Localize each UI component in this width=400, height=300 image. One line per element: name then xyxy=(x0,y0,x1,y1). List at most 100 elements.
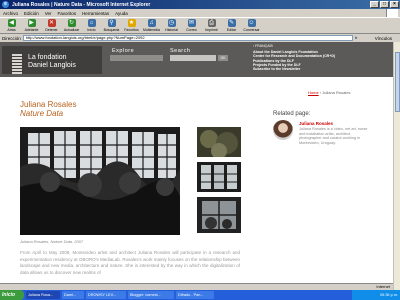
breadcrumb-current: › Juliana Rosales xyxy=(318,90,351,95)
search-label: Search xyxy=(170,48,191,54)
print-icon: ⎙ xyxy=(207,19,216,27)
thumbnail-1[interactable] xyxy=(197,127,241,159)
toolbar-button-edit[interactable]: ✎ Editar xyxy=(222,19,241,32)
window-titlebar[interactable]: e Juliana Rosales | Nature Data - Micros… xyxy=(0,0,400,9)
search-icon: ⚲ xyxy=(107,19,116,27)
status-bar: Internet xyxy=(0,283,393,290)
toolbar-button-discuss[interactable]: ☺ Conversar xyxy=(242,19,261,32)
toolbar-button-label: Detener xyxy=(45,28,58,32)
toolbar-button-label: Favoritos xyxy=(124,28,139,32)
toolbar-button-stop[interactable]: ✕ Detener xyxy=(42,19,61,32)
logo-mark-icon xyxy=(12,54,22,74)
toolbar-button-label: Correo xyxy=(186,28,197,32)
browser-toolbar: ◀ Atrás ▶ Adelante ✕ Detener ↻ Actualizar ⌂ Inici… xyxy=(0,17,400,34)
go-button[interactable]: Ir xyxy=(355,35,369,41)
image-caption: Juliana Rosales, Nature Data, 2007 xyxy=(20,239,84,244)
nav-link-newsletter[interactable]: Subscribe to the Newsletter xyxy=(253,67,335,71)
address-input[interactable]: http://www.fondation-langlois.org/html/e… xyxy=(22,35,353,41)
taskbar-item[interactable]: Juliana Rosa... xyxy=(26,291,60,299)
toolbar-button-refresh[interactable]: ↻ Actualizar xyxy=(62,19,81,32)
nav-link-crd[interactable]: Centre for Research and Documentation (C… xyxy=(253,54,335,58)
toolbar-button-back[interactable]: ◀ Atrás xyxy=(2,19,21,32)
logo-line-1: La fondation xyxy=(28,54,67,61)
thumbnail-image-2 xyxy=(197,162,241,192)
work-title: Nature Data xyxy=(20,109,64,118)
toolbar-button-print[interactable]: ⎙ Imprimir xyxy=(202,19,221,32)
artwork-photo xyxy=(20,127,180,235)
toolbar-button-media[interactable]: ♫ Multimedia xyxy=(142,19,161,32)
toolbar-button-label: Conversar xyxy=(243,28,260,32)
language-link[interactable]: › FRANÇAIS xyxy=(253,44,273,48)
windows-logo-icon xyxy=(386,9,398,17)
menu-herramientas[interactable]: Herramientas xyxy=(82,11,109,16)
taskbar-item[interactable]: Dami... xyxy=(62,291,84,299)
refresh-icon: ↻ xyxy=(67,19,76,27)
taskbar-item[interactable]: DROWSY LEV... xyxy=(86,291,126,299)
menu-favoritos[interactable]: Favoritos xyxy=(58,11,77,16)
main-artwork-image[interactable] xyxy=(20,127,180,235)
back-icon: ◀ xyxy=(7,19,16,27)
menu-ayuda[interactable]: Ayuda xyxy=(115,11,128,16)
toolbar-button-label: Imprimir xyxy=(205,28,218,32)
start-button[interactable]: Inicio xyxy=(0,290,24,300)
toolbar-button-label: Inicio xyxy=(87,28,96,32)
artist-name: Juliana Rosales xyxy=(20,100,77,109)
breadcrumb-home[interactable]: Home xyxy=(308,90,319,95)
explore-label: Explore xyxy=(112,48,135,54)
search-input[interactable] xyxy=(170,55,216,61)
toolbar-button-label: Multimedia xyxy=(143,28,160,32)
toolbar-button-label: Historial xyxy=(165,28,178,32)
menu-ver[interactable]: Ver xyxy=(45,11,52,16)
site-banner: La fondation Daniel Langlois Explore Sea… xyxy=(0,42,393,77)
clock[interactable]: 05:36 p.m. xyxy=(380,293,398,297)
toolbar-button-label: Editar xyxy=(226,28,237,32)
favorites-icon: ★ xyxy=(127,19,136,27)
thumbnail-2[interactable] xyxy=(197,162,241,194)
forward-icon: ▶ xyxy=(27,19,36,27)
mail-icon: ✉ xyxy=(187,19,196,27)
toolbar-button-home[interactable]: ⌂ Inicio xyxy=(82,19,101,32)
menu-edicion[interactable]: Edición xyxy=(24,11,39,16)
stop-icon: ✕ xyxy=(47,19,56,27)
address-label: Dirección xyxy=(2,35,21,41)
search-ok-button[interactable]: OK xyxy=(218,55,228,61)
avatar[interactable] xyxy=(273,120,293,140)
minimize-button[interactable]: _ xyxy=(370,1,379,8)
thumbnail-image-3 xyxy=(197,197,241,233)
explore-dropdown[interactable] xyxy=(110,55,163,61)
related-heading: Related page: xyxy=(273,111,311,117)
address-bar: Dirección http://www.fondation-langlois.… xyxy=(0,34,400,42)
scrollbar-thumb[interactable] xyxy=(395,52,400,112)
thumbnail-strip xyxy=(197,127,241,238)
thumbnail-image-1 xyxy=(197,127,241,159)
toolbar-button-search[interactable]: ⚲ Búsqueda xyxy=(102,19,121,32)
toolbar-button-label: Búsqueda xyxy=(103,28,120,32)
links-button[interactable]: Vínculos xyxy=(375,36,392,41)
thumbnail-3[interactable] xyxy=(197,197,241,235)
maximize-button[interactable]: □ xyxy=(380,1,389,8)
menu-archivo[interactable]: Archivo xyxy=(3,11,18,16)
home-icon: ⌂ xyxy=(87,19,96,27)
logo-text: La fondation Daniel Langlois xyxy=(28,54,76,70)
toolbar-button-forward[interactable]: ▶ Adelante xyxy=(22,19,41,32)
site-logo[interactable]: La fondation Daniel Langlois xyxy=(2,46,102,74)
page-content: La fondation Daniel Langlois Explore Sea… xyxy=(0,42,393,290)
logo-line-2: Daniel Langlois xyxy=(28,62,76,69)
close-button[interactable]: × xyxy=(390,1,399,8)
taskbar-item[interactable]: Difrado - Pan... xyxy=(176,291,214,299)
related-bio: Juliana Rosales is a video, net art, nur… xyxy=(299,127,368,145)
related-link[interactable]: Juliana Rosales xyxy=(299,121,333,126)
toolbar-button-history[interactable]: ◷ Historial xyxy=(162,19,181,32)
menu-bar: Archivo Edición Ver Favoritos Herramient… xyxy=(0,9,400,17)
history-icon: ◷ xyxy=(167,19,176,27)
page-title: Juliana Rosales Nature Data xyxy=(20,100,76,118)
internet-explorer-icon: e xyxy=(2,1,9,8)
toolbar-button-mail[interactable]: ✉ Correo xyxy=(182,19,201,32)
edit-icon: ✎ xyxy=(227,19,236,27)
vertical-scrollbar[interactable] xyxy=(393,42,400,290)
window-controls: _ □ × xyxy=(370,1,399,8)
toolbar-button-favorites[interactable]: ★ Favoritos xyxy=(122,19,141,32)
toolbar-button-label: Adelante xyxy=(24,28,39,32)
toolbar-button-label: Atrás xyxy=(7,28,16,32)
taskbar-item[interactable]: Blogger: nomesi... xyxy=(128,291,174,299)
